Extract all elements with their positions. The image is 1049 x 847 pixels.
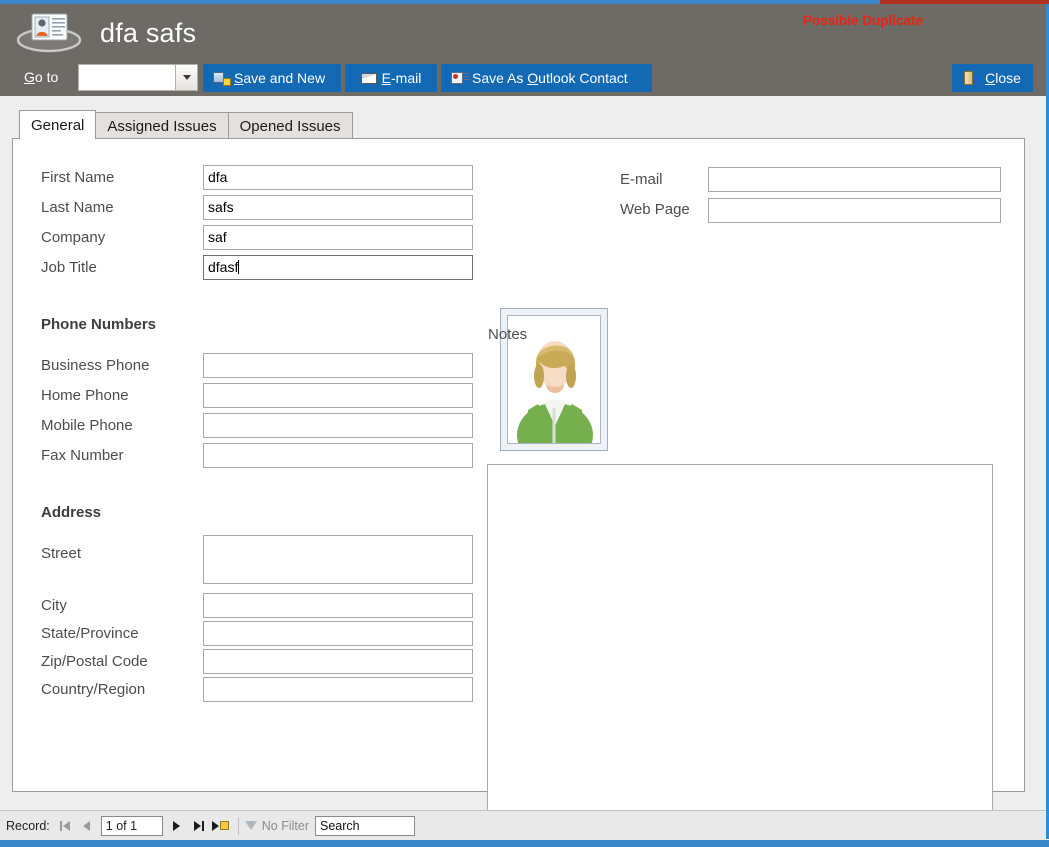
current-record-input[interactable]: 1 of 1 (100, 815, 163, 836)
business-phone-label: Business Phone (41, 357, 150, 374)
notes-label: Notes (488, 326, 528, 343)
close-door-icon (964, 71, 981, 85)
previous-record-button[interactable] (76, 815, 98, 837)
zip-postal-code-input[interactable] (203, 649, 473, 674)
last-record-button[interactable] (188, 815, 210, 837)
phone-numbers-section-title: Phone Numbers (41, 316, 157, 333)
company-label: Company (41, 229, 106, 246)
filter-icon (244, 821, 257, 830)
envelope-icon (360, 71, 378, 85)
nav-separator (237, 816, 239, 835)
last-name-input[interactable]: safs (203, 195, 473, 220)
notes-input[interactable] (487, 464, 993, 838)
tab-opened-issues[interactable]: Opened Issues (227, 112, 353, 139)
web-page-label: Web Page (620, 201, 690, 218)
job-title-label: Job Title (41, 259, 97, 276)
record-label: Record: (6, 818, 50, 833)
close-label: Close (985, 70, 1021, 86)
email-input[interactable] (708, 167, 1001, 192)
save-and-new-label: Save and New (234, 70, 326, 86)
filter-toggle-button[interactable]: No Filter (244, 818, 310, 833)
filter-label: No Filter (261, 818, 310, 833)
close-button[interactable]: Close (952, 64, 1033, 92)
save-new-icon (213, 71, 231, 86)
access-contact-form-window: dfa safs Possible Duplicate Go to Save a… (0, 0, 1049, 847)
mobile-phone-input[interactable] (203, 413, 473, 438)
last-name-label: Last Name (41, 199, 114, 216)
new-record-button[interactable] (210, 815, 232, 837)
mobile-phone-label: Mobile Phone (41, 417, 133, 434)
home-phone-input[interactable] (203, 383, 473, 408)
page-title: dfa safs (100, 18, 197, 48)
duplicate-warning-label: Possible Duplicate (803, 13, 924, 28)
first-name-input[interactable]: dfa (203, 165, 473, 190)
email-button[interactable]: E-mail (345, 64, 437, 92)
job-title-input[interactable]: dfasf (203, 255, 473, 280)
city-input[interactable] (203, 593, 473, 618)
street-input[interactable] (203, 535, 473, 584)
form-body: General Assigned Issues Opened Issues Fi… (0, 96, 1046, 838)
business-phone-input[interactable] (203, 353, 473, 378)
fax-number-label: Fax Number (41, 447, 124, 464)
goto-label: Go to (24, 69, 59, 85)
contact-card-icon (16, 10, 82, 54)
state-province-label: State/Province (41, 625, 139, 642)
first-record-button[interactable] (54, 815, 76, 837)
tab-assigned-issues[interactable]: Assigned Issues (95, 112, 229, 139)
home-phone-label: Home Phone (41, 387, 129, 404)
save-as-outlook-contact-button[interactable]: Save As Outlook Contact (441, 64, 652, 92)
first-name-label: First Name (41, 169, 115, 186)
save-and-new-button[interactable]: Save and New (203, 64, 341, 92)
record-navigation-bar: Record: 1 of 1 No Filter Search (0, 810, 1046, 840)
web-page-input[interactable] (708, 198, 1001, 223)
job-title-value: dfasf (208, 259, 239, 275)
company-input[interactable]: saf (203, 225, 473, 250)
email-label-field: E-mail (620, 171, 663, 188)
goto-combobox-value (79, 65, 175, 90)
zip-postal-code-label: Zip/Postal Code (41, 653, 148, 670)
country-region-input[interactable] (203, 677, 473, 702)
outlook-contact-icon (451, 71, 470, 85)
goto-combobox[interactable] (78, 64, 198, 91)
email-label: E-mail (381, 70, 422, 86)
window-bottom-edge (0, 840, 1049, 847)
chevron-down-icon[interactable] (175, 65, 197, 90)
city-label: City (41, 597, 67, 614)
form-header: dfa safs Possible Duplicate Go to Save a… (0, 4, 1046, 96)
fax-number-input[interactable] (203, 443, 473, 468)
address-section-title: Address (41, 504, 102, 521)
text-cursor (238, 260, 240, 274)
state-province-input[interactable] (203, 621, 473, 646)
tab-strip: General Assigned Issues Opened Issues (19, 110, 353, 139)
next-record-button[interactable] (166, 815, 188, 837)
search-input[interactable]: Search (315, 815, 416, 836)
country-region-label: Country/Region (41, 681, 146, 698)
street-label: Street (41, 545, 82, 562)
tab-general[interactable]: General (19, 110, 97, 139)
save-as-outlook-contact-label: Save As Outlook Contact (472, 70, 628, 86)
